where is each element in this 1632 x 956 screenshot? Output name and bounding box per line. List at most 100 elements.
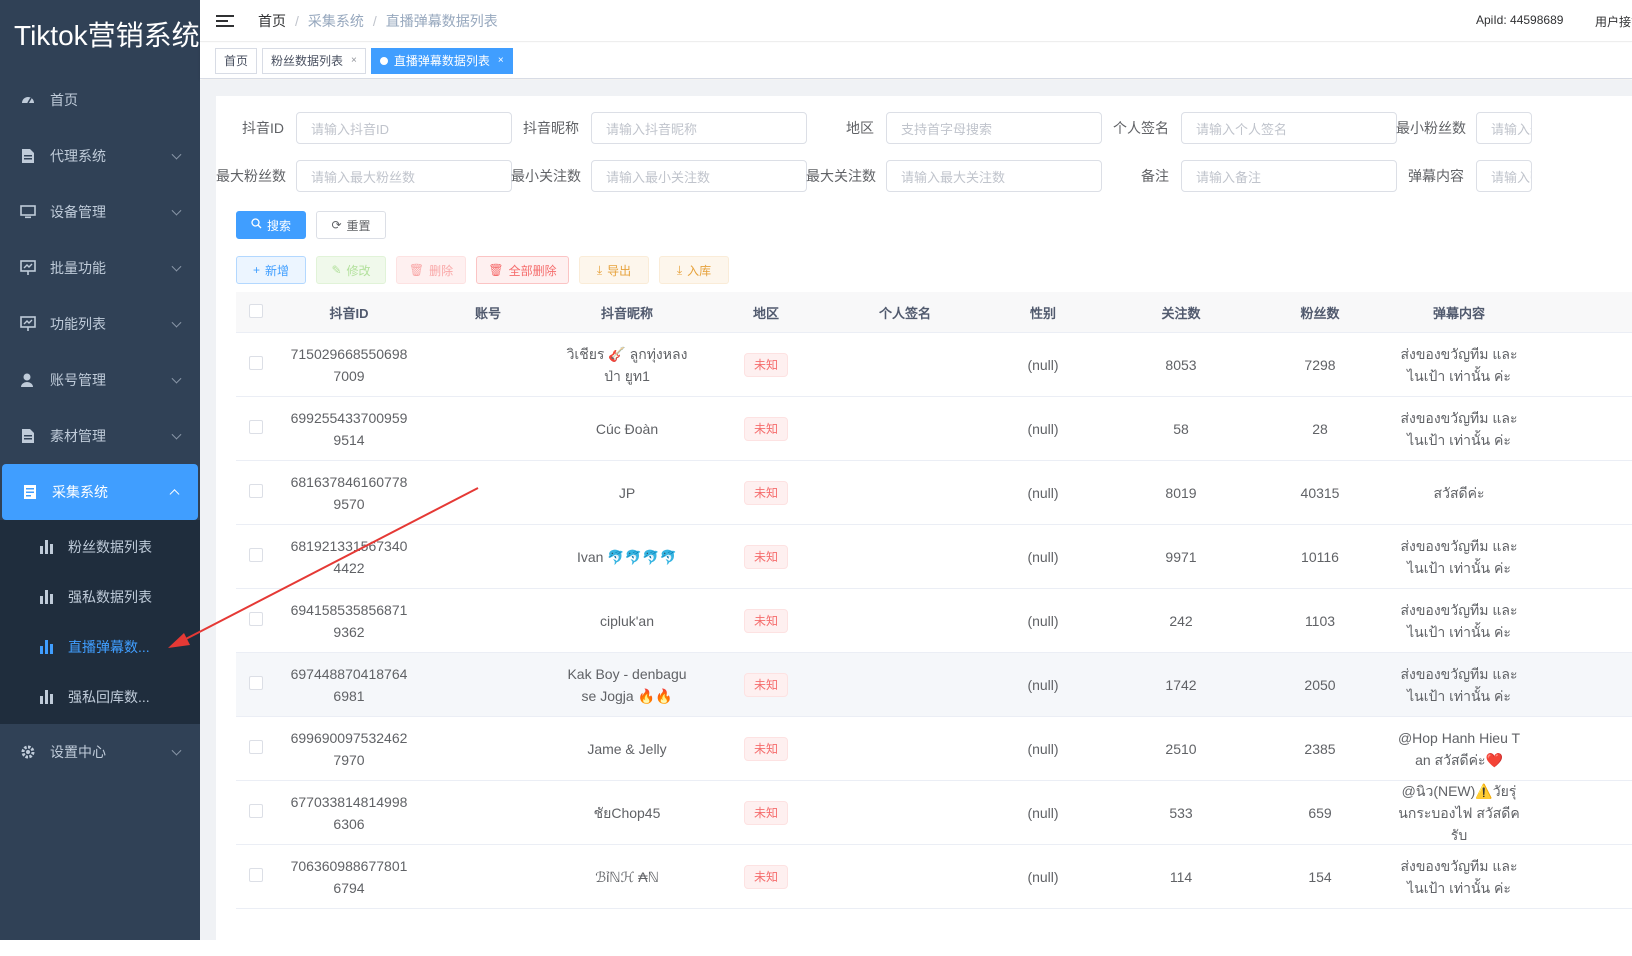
table-row[interactable]: 6816378461607789570 JP 未知 (null) 8019 40315 สว… [236,461,1632,525]
row-checkbox[interactable] [249,547,263,562]
column-header[interactable]: 粉丝数 [1254,303,1386,322]
reset-button[interactable]: ⟳ 重置 [316,211,386,239]
column-header[interactable]: 地区 [700,303,832,322]
nickname-input[interactable]: 请输入抖音昵称 [591,112,807,144]
sidebar-item-collection[interactable]: 采集系统 [2,464,198,520]
max-fans-input[interactable]: 请输入最大粉丝数 [296,160,512,192]
cell-text: (null) [1027,740,1059,757]
edit-button[interactable]: ✎ 修改 [316,256,386,284]
chevron-down-icon [171,429,182,440]
breadcrumb-item[interactable]: 首页 [258,11,286,31]
sidebar-item-home[interactable]: 首页 [0,72,200,128]
cell-danmu: ส่งของขวัญทีม และไนเป้า เท่านั้น ค่ะ [1386,343,1532,387]
column-header[interactable]: 关注数 [1108,303,1254,322]
sidebar-subitem-dm-list[interactable]: 强私数据列表 [0,572,200,622]
region-input[interactable]: 支持首字母搜索 [886,112,1102,144]
cell-gender: (null) [978,866,1108,888]
chevron-up-icon [169,489,180,500]
column-header[interactable]: 个人签名 [832,303,978,322]
row-checkbox[interactable] [249,675,263,690]
export-button[interactable]: ⤓ 导出 [579,256,649,284]
table-row[interactable]: 6941585358568719362 cipluk'an 未知 (null) 242 1… [236,589,1632,653]
cell-text: ส่งของขวัญทีม และไนเป้า เท่านั้น ค่ะ [1400,537,1518,576]
row-checkbox[interactable] [249,803,263,818]
filter-signature: 个人签名 请输入个人签名 [1101,112,1397,144]
delete-all-button[interactable]: 🗑 全部删除 [476,256,569,284]
cell-nickname: Ivan 🐬🐬🐬🐬 [554,546,700,568]
sidebar-subitem-dm-archive[interactable]: 强私回库数... [0,672,200,722]
row-checkbox[interactable] [249,611,263,626]
cell-danmu: ส่งของขวัญทีม และไนเป้า เท่านั้น ค่ะ [1386,855,1532,899]
remark-input[interactable]: 请输入备注 [1181,160,1397,192]
filter-nickname: 抖音昵称 请输入抖音昵称 [511,112,807,144]
add-button[interactable]: + 新增 [236,256,306,284]
chevron-down-icon [171,261,182,272]
cell-fans: 40315 [1254,482,1386,504]
region-tag: 未知 [743,864,788,889]
cell-region: 未知 [700,864,832,889]
sidebar-item-batch[interactable]: 批量功能 [0,240,200,296]
sidebar-item-label: 批量功能 [50,260,106,276]
min-follow-input[interactable]: 请输入最小关注数 [591,160,807,192]
select-all-checkbox[interactable] [249,303,263,318]
cell-text: Kak Boy - denbagu se Jogja 🔥🔥 [567,665,687,704]
table-row[interactable]: 6770338148149986306 ชัยChop45 未知 (null) 533 6… [236,781,1632,845]
cell-text: Cúc Đoàn [595,420,659,437]
import-button[interactable]: ⤓ 入库 [659,256,729,284]
column-header[interactable]: 性别 [978,303,1108,322]
row-checkbox[interactable] [249,739,263,754]
hamburger-menu-icon[interactable] [216,12,234,30]
min-fans-input[interactable]: 请输入最小粉丝数 [1476,112,1532,144]
close-icon[interactable]: × [351,49,357,73]
sidebar-item-device[interactable]: 设备管理 [0,184,200,240]
user-menu[interactable]: 用户接管 [1595,13,1632,30]
sidebar-subitem-fans-list[interactable]: 粉丝数据列表 [0,522,200,572]
cell-text: (null) [1027,676,1059,693]
cell-follow: 2510 [1108,738,1254,760]
table-row[interactable]: 6819213315673404422 Ivan 🐬🐬🐬🐬 未知 (null) 9971… [236,525,1632,589]
tag-live-danmu[interactable]: 直播弹幕数据列表 × [370,47,513,74]
search-button[interactable]: 搜索 [236,211,306,239]
table-row[interactable]: 6992554337009599514 Cúc Đoàn 未知 (null) 58 28 ส… [236,397,1632,461]
table-row[interactable]: 6974488704187646981 Kak Boy - denbagu se … [236,653,1632,717]
cell-gender: (null) [978,674,1108,696]
search-icon [251,218,262,232]
sidebar-item-materials[interactable]: 素材管理 [0,408,200,464]
column-header[interactable]: 抖音昵称 [554,303,700,322]
row-checkbox[interactable] [249,483,263,498]
cell-text: ส่งของขวัญทีม และไนเป้า เท่านั้น ค่ะ [1400,857,1518,896]
column-header[interactable]: 账号 [422,303,554,322]
max-follow-input[interactable]: 请输入最大关注数 [886,160,1102,192]
cell-follow: 8053 [1108,354,1254,376]
danmu-input[interactable]: 请输入弹幕内容 [1476,160,1532,192]
cell-fans: 2385 [1254,738,1386,760]
sidebar-item-settings[interactable]: 设置中心 [0,724,200,780]
column-header[interactable]: 弹幕内容 [1386,303,1532,322]
sidebar-item-accounts[interactable]: 账号管理 [0,352,200,408]
row-checkbox[interactable] [249,867,263,882]
tag-home[interactable]: 首页 [215,47,258,74]
filter-min-follow: 最小关注数 请输入最小关注数 [511,160,807,192]
column-header[interactable]: 抖音ID [276,303,422,322]
tag-fans-list[interactable]: 粉丝数据列表 × [262,47,366,74]
table-row[interactable]: 7063609886778016794 ℬỉℕℋ ₳ℕ 未知 (null) 114 154… [236,845,1632,909]
filter-region: 地区 支持首字母搜索 [806,112,1102,144]
sidebar-subitem-live-danmu[interactable]: 直播弹幕数... [0,622,200,672]
sidebar-item-label: 功能列表 [50,316,106,332]
breadcrumb-item: 采集系统 [307,12,364,29]
table-row[interactable]: 6996900975324627970 Jame & Jelly 未知 (null) 2… [236,717,1632,781]
cell-nickname: Cúc Đoàn [554,418,700,440]
cell-text: 6996900975324627970 [290,729,408,768]
row-checkbox[interactable] [249,419,263,434]
table-row[interactable]: 7150296685506987009 วิเชียร 🎸 ลูกทุ่งหลงป… [236,333,1632,397]
row-checkbox[interactable] [249,355,263,370]
douyin-id-input[interactable]: 请输入抖音ID [296,112,512,144]
sidebar-item-label: 首页 [50,92,78,108]
sidebar-item-features[interactable]: 功能列表 [0,296,200,352]
signature-input[interactable]: 请输入个人签名 [1181,112,1397,144]
region-tag: 未知 [743,352,788,377]
sidebar-item-proxy[interactable]: 代理系统 [0,128,200,184]
delete-button[interactable]: 🗑 删除 [396,256,466,284]
cell-text: cipluk'an [599,612,655,629]
close-icon[interactable]: × [498,49,504,73]
